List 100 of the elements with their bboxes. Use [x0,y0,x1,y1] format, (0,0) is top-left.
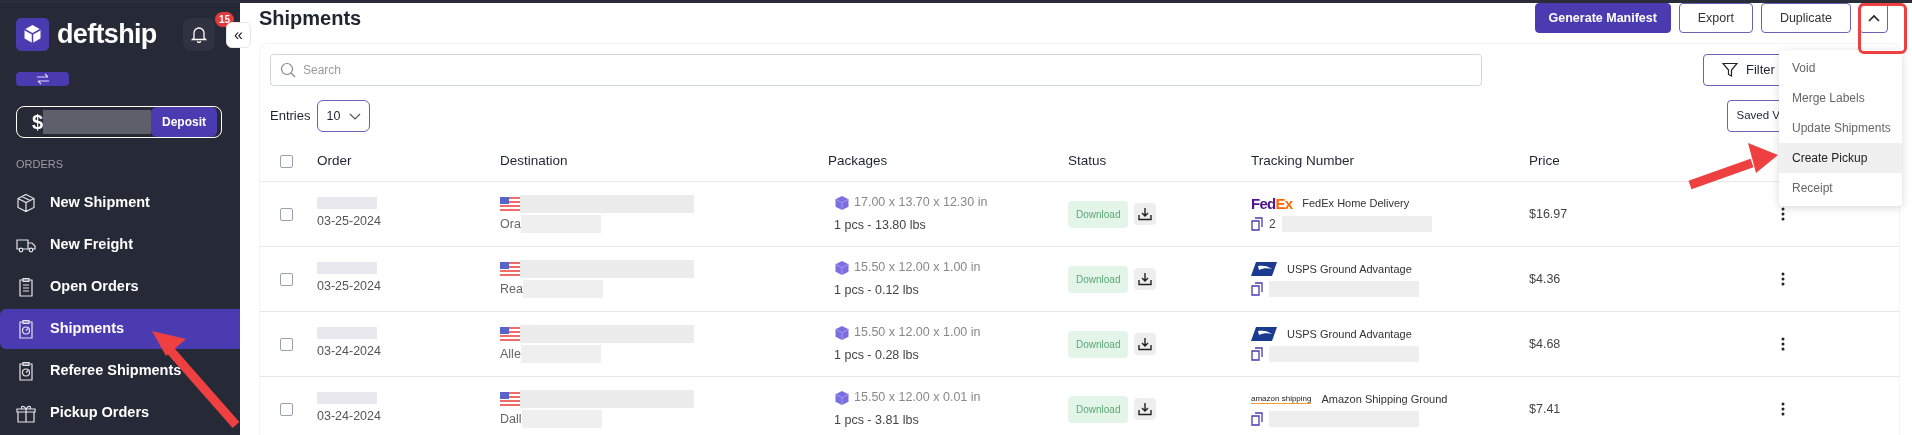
checkbox[interactable] [280,207,293,221]
checkbox[interactable] [280,402,293,416]
section-heading: ORDERS [16,156,65,172]
destination-city: Rea [500,280,523,298]
highlight-frame [1858,3,1907,54]
order-date: 03-24-2024 [317,408,382,426]
download-icon [1138,207,1153,221]
copy-icon [1251,217,1263,232]
swap-button[interactable] [16,72,69,86]
order-date: 03-25-2024 [317,213,382,231]
carrier-service: Amazon Shipping Ground [1321,391,1448,407]
cube-icon [834,259,850,276]
sidebar-item[interactable]: Shipments [0,309,240,349]
sidebar-item[interactable]: Pickup Orders [0,393,240,433]
destination-city: Dall [500,410,522,428]
tracking-number: 2 [1269,216,1276,234]
price: $4.36 [1529,270,1562,288]
eagle-logo-icon [1251,261,1277,277]
package-dimensions: 15.50 x 12.00 x 0.01 in [854,389,981,407]
checkbox[interactable] [280,337,293,351]
sidebar-item[interactable]: Open Orders [0,267,240,307]
menu-item[interactable]: Create Pickup [1779,143,1902,173]
collapse-button[interactable]: « [226,22,251,48]
eagle-logo-icon [1251,326,1277,342]
order-date: 03-25-2024 [317,278,382,296]
menu-item[interactable]: Receipt [1779,173,1902,203]
download-icon [1138,272,1153,286]
search-field[interactable]: Search [270,54,1482,86]
copy-icon [1251,282,1263,297]
column-header: Packages [828,152,889,171]
download-icon [1138,402,1153,416]
status-badge: Download [1068,200,1129,228]
package-dimensions: 17.00 x 13.70 x 12.30 in [854,194,988,212]
search-icon [280,62,296,78]
column-header: Tracking Number [1251,152,1356,171]
toolbar-button[interactable]: Duplicate [1760,3,1851,33]
gift-icon [16,403,36,423]
package-weight: 1 pcs - 13.80 lbs [834,217,927,234]
sidebar-item[interactable]: Referee Shipments [0,351,240,391]
download-button[interactable] [1134,398,1157,420]
box-icon [16,193,36,213]
page-title: Shipments [259,6,362,31]
kebab-icon [1781,272,1785,286]
cube-icon [834,324,850,341]
order-date: 03-24-2024 [317,343,382,361]
column-header: Destination [500,152,569,171]
cube-icon [834,389,850,406]
download-button[interactable] [1134,333,1157,355]
entries-select[interactable]: 10 [317,100,371,132]
price: $16.97 [1529,205,1569,223]
destination-city: Alle [500,345,521,363]
swap-arrows-icon [35,72,50,85]
price: $7.41 [1529,400,1562,418]
package-dimensions: 15.50 x 12.00 x 1.00 in [854,324,981,342]
flag-icon [500,261,520,276]
package-dimensions: 15.50 x 12.00 x 1.00 in [854,259,981,277]
carrier-service: USPS Ground Advantage [1287,261,1412,277]
copy-icon [1251,347,1263,362]
carrier-service: USPS Ground Advantage [1287,326,1412,342]
currency-sign: $ [32,109,44,135]
chevron-up-icon [1867,14,1880,22]
download-button[interactable] [1134,268,1157,290]
cube-logo-icon [16,17,49,51]
clipboard-icon [16,319,36,339]
deposit-button[interactable]: Deposit [151,106,217,137]
checkbox[interactable] [280,272,293,286]
download-button[interactable] [1134,203,1157,225]
cube-icon [834,194,850,211]
destination-city: Ora [500,215,521,233]
sidebar-item[interactable]: New Shipment [0,183,240,223]
download-icon [1138,337,1153,351]
flag-icon [500,196,520,211]
status-badge: Download [1068,265,1129,293]
kebab-icon [1781,402,1785,416]
filter-icon [1722,62,1738,78]
copy-icon [1251,412,1263,427]
package-weight: 1 pcs - 3.81 lbs [834,412,920,429]
kebab-icon [1781,207,1785,221]
status-badge: Download [1068,330,1129,358]
sidebar-item[interactable]: New Freight [0,225,240,265]
generate-manifest-button[interactable]: Generate Manifest [1534,3,1671,33]
checkbox[interactable] [280,155,293,168]
clipboard-icon [16,361,36,381]
column-header: Order [317,152,353,171]
chevron-down-icon [349,112,362,120]
package-weight: 1 pcs - 0.12 lbs [834,282,920,299]
column-header: Price [1529,152,1561,171]
bell-icon [191,25,207,43]
flag-icon [500,391,520,406]
flag-icon [500,326,520,341]
fedex-logo: FedEx [1251,195,1293,211]
carrier-service: FedEx Home Delivery [1302,195,1410,211]
entries-label: Entries [270,107,311,126]
notifications-button[interactable] [183,17,215,51]
brand-name: deftship [57,17,157,51]
toolbar-button[interactable]: Export [1678,3,1753,33]
status-badge: Download [1068,395,1129,423]
package-weight: 1 pcs - 0.28 lbs [834,347,920,364]
amazon-logo: amazon shipping [1251,394,1312,404]
kebab-icon [1781,337,1785,351]
